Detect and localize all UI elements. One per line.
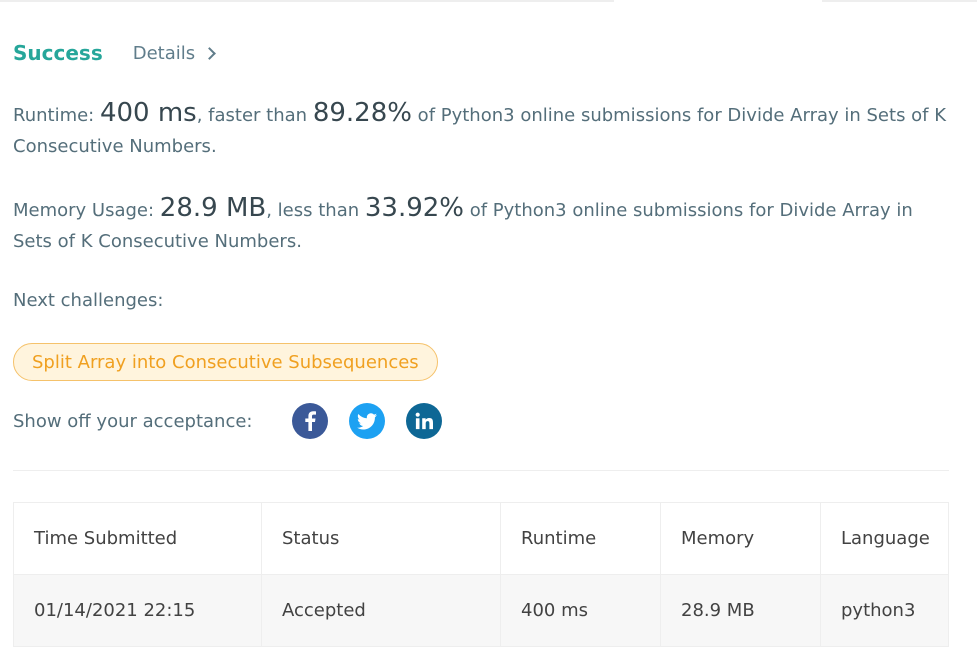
column-header[interactable]: Runtime — [500, 502, 661, 575]
details-link[interactable]: Details — [132, 42, 217, 64]
memory-summary: Memory Usage: 28.9 MB, less than 33.92% … — [13, 193, 953, 257]
section-divider — [13, 470, 949, 471]
runtime-cell: 400 ms — [500, 574, 661, 647]
memory-cell: 28.9 MB — [660, 574, 821, 647]
twitter-icon[interactable] — [349, 403, 386, 439]
runtime-summary: Runtime: 400 ms, faster than 89.28% of P… — [13, 98, 953, 162]
status-link[interactable]: Accepted — [261, 574, 501, 647]
column-header[interactable]: Time Submitted — [13, 502, 262, 575]
memory-mid: , less than — [266, 200, 365, 221]
column-header[interactable]: Status — [261, 502, 501, 575]
memory-label: Memory Usage: — [13, 200, 160, 221]
challenge-link[interactable]: Split Array into Consecutive Subsequence… — [13, 343, 438, 381]
top-border — [0, 0, 977, 2]
submissions-table: Time Submitted Status Runtime Memory Lan… — [13, 502, 949, 647]
result-header: Success Details — [13, 38, 217, 68]
linkedin-icon[interactable] — [406, 403, 443, 439]
share-label: Show off your acceptance: — [13, 410, 253, 432]
next-challenges-label: Next challenges: — [13, 290, 164, 311]
memory-value: 28.9 MB — [159, 193, 267, 223]
language-cell: python3 — [820, 574, 949, 647]
facebook-icon[interactable] — [292, 403, 329, 439]
runtime-percent: 89.28% — [312, 98, 412, 128]
chevron-right-icon — [203, 46, 217, 60]
column-header[interactable]: Language — [820, 502, 949, 575]
runtime-label: Runtime: — [13, 105, 100, 126]
status-title: Success — [13, 41, 103, 65]
details-label: Details — [132, 42, 196, 64]
runtime-mid: , faster than — [196, 105, 313, 126]
table-row: 01/14/2021 22:15 Accepted 400 ms 28.9 MB… — [13, 574, 949, 647]
runtime-value: 400 ms — [99, 98, 197, 128]
share-row: Show off your acceptance: — [13, 402, 463, 440]
column-header[interactable]: Memory — [660, 502, 821, 575]
active-tab-indicator — [614, 0, 822, 2]
table-header-row: Time Submitted Status Runtime Memory Lan… — [13, 502, 949, 575]
time-submitted-cell: 01/14/2021 22:15 — [13, 574, 262, 647]
memory-percent: 33.92% — [364, 193, 464, 223]
